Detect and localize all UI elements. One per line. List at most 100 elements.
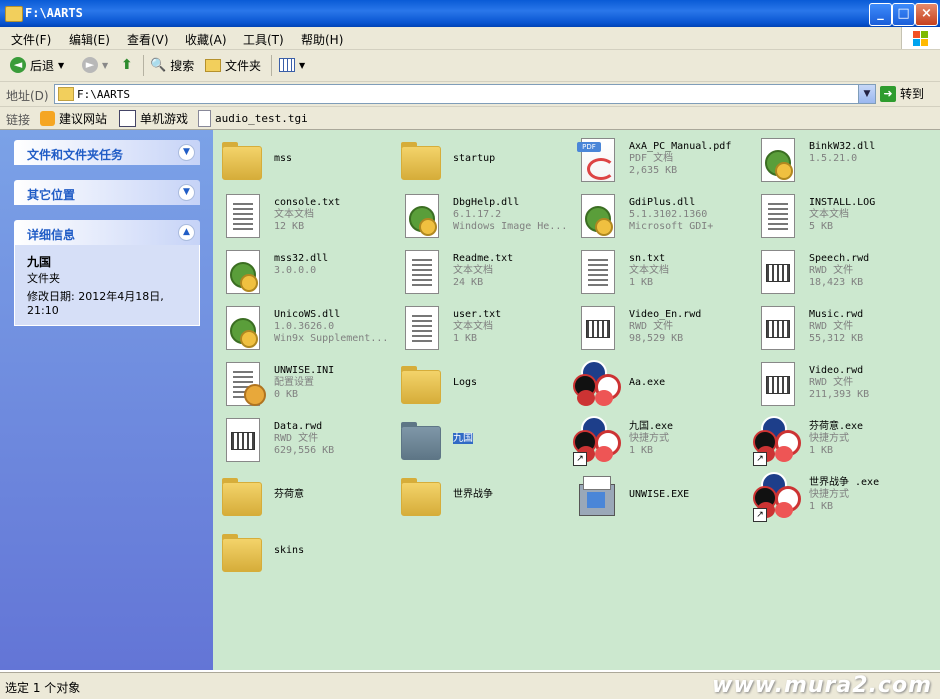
expand-chevron-icon[interactable]: ▼ [178, 144, 195, 161]
file-size: 98,529 KB [629, 333, 684, 344]
back-arrow-icon: ◄ [10, 57, 26, 73]
file-label: console.txt 文本文档 12 KB [274, 197, 340, 233]
menu-help[interactable]: 帮助(H) [301, 31, 343, 48]
panel-header[interactable]: 详细信息 ▲ [14, 220, 200, 245]
file-type: RWD 文件 [809, 321, 854, 332]
dll-icon [573, 192, 621, 240]
file-name: 世界战争 [453, 489, 493, 500]
dll-icon [218, 304, 266, 352]
dll-icon [218, 248, 266, 296]
file-name: 九国.exe [629, 421, 674, 432]
up-folder-button[interactable]: ⬆ [121, 56, 133, 74]
suggested-sites-icon [40, 111, 55, 126]
address-dropdown-button[interactable]: ▼ [858, 85, 875, 103]
file-item[interactable]: user.txt 文本文档 1 KB [397, 300, 575, 356]
file-name: Video_En.rwd [629, 309, 702, 320]
file-item[interactable]: BinkW32.dll 1.5.21.0 [753, 132, 931, 188]
collapse-chevron-icon[interactable]: ▲ [178, 224, 195, 241]
link-audio-test[interactable]: audio_test.tgi [198, 110, 308, 127]
file-name: Video.rwd [809, 365, 864, 376]
text-file-icon [573, 248, 621, 296]
file-item[interactable]: UNWISE.INI 配置设置 0 KB [218, 356, 396, 412]
file-item[interactable]: 世界战争 [397, 468, 575, 524]
folders-label: 文件夹 [225, 58, 262, 73]
forward-button[interactable]: ► ▼ [82, 56, 108, 74]
file-label: Aa.exe [629, 377, 665, 389]
file-name: sn.txt [629, 253, 666, 264]
minimize-button[interactable]: _ [869, 3, 892, 26]
file-type: RWD 文件 [274, 433, 319, 444]
file-type: 文本文档 [809, 209, 849, 220]
file-item[interactable]: Video.rwd RWD 文件 211,393 KB [753, 356, 931, 412]
toolbar: ◄ 后退 ▼ ► ▼ ⬆ 🔍 搜索 文件夹 ▼ [0, 50, 940, 82]
views-button[interactable]: ▼ [279, 56, 305, 74]
file-item[interactable]: Readme.txt 文本文档 24 KB [397, 244, 575, 300]
file-item[interactable]: Video_En.rwd RWD 文件 98,529 KB [573, 300, 751, 356]
menu-edit[interactable]: 编辑(E) [69, 31, 110, 48]
file-type: 文本文档 [274, 209, 314, 220]
detail-modified: 修改日期: 2012年4月18日, 21:10 [27, 290, 164, 317]
rwd-icon [573, 304, 621, 352]
file-item[interactable]: PDF AxA_PC_Manual.pdf PDF 文档 2,635 KB [573, 132, 751, 188]
panel-header[interactable]: 其它位置 ▼ [14, 180, 200, 205]
file-item[interactable]: DbgHelp.dll 6.1.17.2 Windows Image He... [397, 188, 575, 244]
file-item[interactable]: mss32.dll 3.0.0.0 [218, 244, 396, 300]
file-item[interactable]: Data.rwd RWD 文件 629,556 KB [218, 412, 396, 468]
file-item[interactable]: mss [218, 132, 396, 188]
file-item[interactable]: startup [397, 132, 575, 188]
address-value: F:\AARTS [77, 88, 130, 101]
file-item[interactable]: 九国 [397, 412, 575, 468]
expand-chevron-icon[interactable]: ▼ [178, 184, 195, 201]
folder-icon [58, 87, 74, 101]
menu-favorites[interactable]: 收藏(A) [185, 31, 227, 48]
file-item[interactable]: UnicoWS.dll 1.0.3626.0 Win9x Supplement... [218, 300, 396, 356]
menu-file[interactable]: 文件(F) [11, 31, 51, 48]
file-size: 1 KB [453, 333, 478, 344]
chevron-down-icon: ▼ [102, 60, 109, 70]
link-single-player-games[interactable]: 单机游戏 [119, 110, 188, 127]
file-item[interactable]: ↗ 九国.exe 快捷方式 1 KB [573, 412, 751, 468]
dll-icon [397, 192, 445, 240]
folder-icon [397, 472, 445, 520]
file-item[interactable]: 芬荷意 [218, 468, 396, 524]
file-name: mss [274, 153, 293, 164]
file-item[interactable]: sn.txt 文本文档 1 KB [573, 244, 751, 300]
search-button[interactable]: 🔍 搜索 [150, 56, 194, 74]
go-button[interactable]: ➜ 转到 [880, 85, 924, 102]
file-item[interactable]: Logs [397, 356, 575, 412]
file-name: DbgHelp.dll [453, 197, 520, 208]
panel-title: 其它位置 [27, 188, 76, 202]
file-item[interactable]: GdiPlus.dll 5.1.3102.1360 Microsoft GDI+ [573, 188, 751, 244]
file-size: 55,312 KB [809, 333, 864, 344]
file-name: Logs [453, 377, 478, 388]
file-name: UNWISE.EXE [629, 489, 690, 500]
file-name: 芬荷意.exe [809, 421, 864, 432]
file-item[interactable]: console.txt 文本文档 12 KB [218, 188, 396, 244]
file-name: startup [453, 153, 496, 164]
file-label: Video_En.rwd RWD 文件 98,529 KB [629, 309, 701, 345]
file-item[interactable]: Aa.exe [573, 356, 751, 412]
file-folder-tasks-panel: 文件和文件夹任务 ▼ [14, 140, 200, 165]
maximize-button[interactable]: □ [892, 3, 915, 26]
file-item[interactable]: UNWISE.EXE [573, 468, 751, 524]
go-arrow-icon: ➜ [880, 85, 896, 102]
watermark: www.mura2.com [712, 673, 932, 698]
close-button[interactable]: × [915, 3, 938, 26]
file-item[interactable]: skins [218, 524, 396, 580]
menu-tools[interactable]: 工具(T) [243, 31, 284, 48]
menu-view[interactable]: 查看(V) [127, 31, 169, 48]
folders-button[interactable]: 文件夹 [205, 56, 261, 74]
file-item[interactable]: Speech.rwd RWD 文件 18,423 KB [753, 244, 931, 300]
back-button[interactable]: ◄ 后退 ▼ [10, 56, 64, 74]
file-item[interactable]: INSTALL.LOG 文本文档 5 KB [753, 188, 931, 244]
panel-title: 文件和文件夹任务 [27, 148, 124, 162]
file-item[interactable]: ↗ 芬荷意.exe 快捷方式 1 KB [753, 412, 931, 468]
file-item[interactable]: ↗ 世界战争 .exe 快捷方式 1 KB [753, 468, 931, 524]
window-title: F:\AARTS [25, 6, 83, 20]
address-input[interactable]: F:\AARTS ▼ [54, 84, 876, 104]
file-size: 2,635 KB [629, 165, 678, 176]
panel-header[interactable]: 文件和文件夹任务 ▼ [14, 140, 200, 165]
file-item[interactable]: Music.rwd RWD 文件 55,312 KB [753, 300, 931, 356]
link-suggested-sites[interactable]: 建议网站 [40, 110, 107, 127]
game-exe-icon [573, 360, 621, 408]
